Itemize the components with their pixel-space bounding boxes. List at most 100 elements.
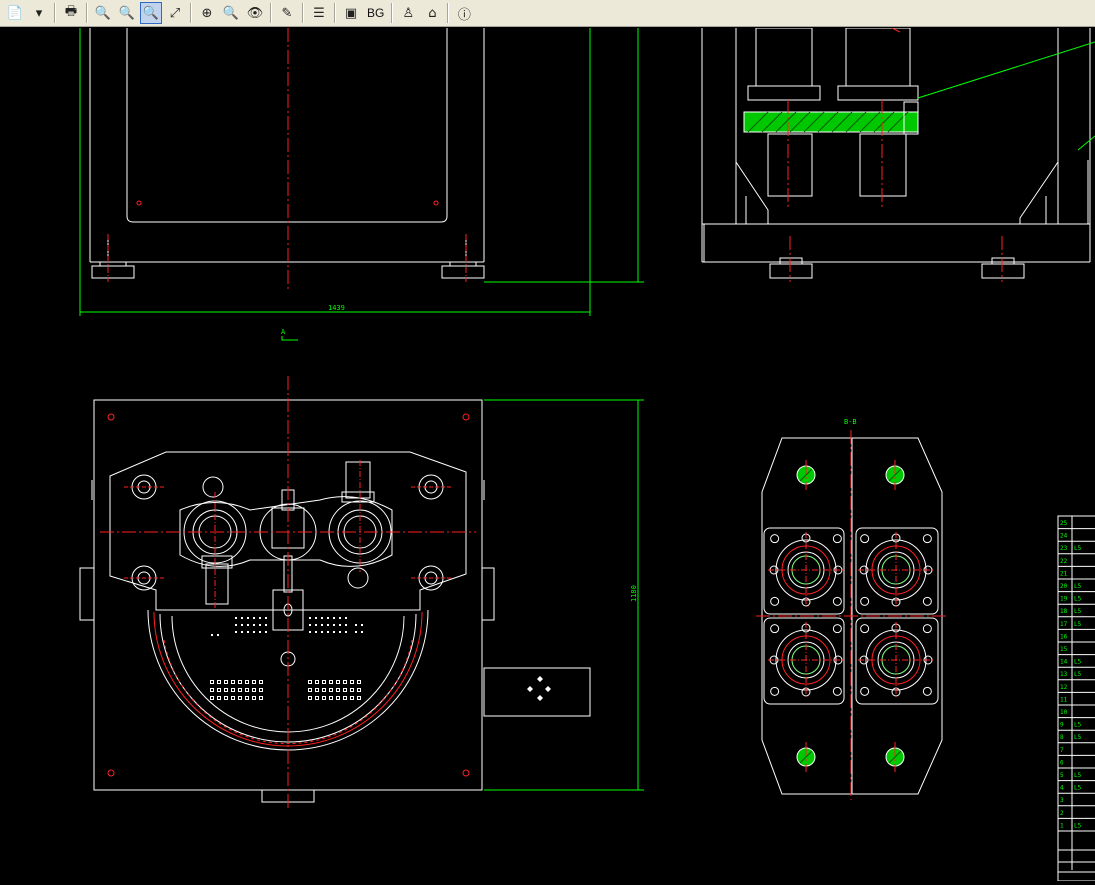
drawing-svg: 1439 A 1180 B-B 252423 L5222120 L519 L51… (0, 27, 1095, 882)
user-icon[interactable]: ♙ (397, 2, 419, 24)
toolbar-separator (447, 3, 450, 23)
plan-hole (241, 631, 243, 633)
bom-item-code: L5 (1074, 671, 1082, 678)
pan-icon[interactable]: ⊕ (196, 2, 218, 24)
print-icon[interactable]: 🖶 (60, 2, 82, 24)
plan-hole (339, 624, 341, 626)
plan-hole (345, 631, 347, 633)
plan-hole (241, 617, 243, 619)
bom-item-code: L5 (1074, 596, 1082, 603)
plan-hole (265, 624, 267, 626)
plan-hole (247, 617, 249, 619)
toolbar-separator (302, 3, 304, 23)
bom-item-number: 19 (1060, 596, 1068, 603)
plan-hole (265, 631, 267, 633)
bom-item-number: 11 (1060, 696, 1068, 703)
plan-hole (211, 634, 213, 636)
zoom-in-icon[interactable]: 🔍 (116, 2, 138, 24)
bom-item-code: L5 (1074, 772, 1082, 779)
bom-item-number: 2 (1060, 810, 1064, 817)
dropdown-arrow-icon[interactable]: ▾ (28, 2, 50, 24)
plan-hole (339, 631, 341, 633)
bom-item-number: 14 (1060, 659, 1068, 666)
background-button[interactable]: BG (364, 2, 387, 24)
viewer-toolbar: 📄 ▾ 🖶 🔍 🔍 🔍 ⤢ ⊕ 🔍 👁 ✎ ☰ ▣ BG ♙ ⌂ ⓘ (0, 0, 1095, 27)
bom-item-code: L5 (1074, 659, 1082, 666)
plan-hole (339, 617, 341, 619)
view-eye-icon[interactable]: 👁 (244, 2, 266, 24)
bom-item-number: 8 (1060, 734, 1064, 741)
bom-item-number: 5 (1060, 772, 1064, 779)
bom-item-number: 4 (1060, 785, 1064, 792)
bom-item-number: 15 (1060, 646, 1068, 653)
plan-hole (259, 617, 261, 619)
zoom-window-icon[interactable]: 🔍 (140, 2, 162, 24)
plan-hole (321, 617, 323, 619)
bom-item-number: 22 (1060, 558, 1068, 565)
plan-hole (321, 631, 323, 633)
plan-hole (253, 624, 255, 626)
info-icon[interactable]: ⓘ (453, 2, 475, 24)
plan-hole (327, 624, 329, 626)
open-file-icon[interactable]: 📄 (4, 2, 26, 24)
plan-hole (345, 617, 347, 619)
bom-item-number: 10 (1060, 709, 1068, 716)
plan-hole (253, 631, 255, 633)
plan-hole (309, 624, 311, 626)
plan-hole (315, 624, 317, 626)
plan-hole (217, 634, 219, 636)
bom-item-number: 18 (1060, 608, 1068, 615)
layers-icon[interactable]: ☰ (308, 2, 330, 24)
plan-hole (333, 617, 335, 619)
bom-item-code: L5 (1074, 583, 1082, 590)
bom-item-number: 6 (1060, 759, 1064, 766)
bom-item-number: 17 (1060, 621, 1068, 628)
bom-item-number: 23 (1060, 545, 1068, 552)
bom-item-number: 16 (1060, 633, 1068, 640)
toolbar-separator (391, 3, 394, 23)
plan-hole (321, 624, 323, 626)
plan-hole (235, 624, 237, 626)
plan-hole (315, 631, 317, 633)
bom-item-number: 25 (1060, 520, 1068, 527)
zoom-extents-icon[interactable]: 🔍 (220, 2, 242, 24)
cad-drawing-canvas[interactable]: 1439 A 1180 B-B 25 24 23 L5 22 21 20 L5 … (0, 27, 1095, 882)
zoom-out-icon[interactable]: 🔍 (92, 2, 114, 24)
bom-item-number: 21 (1060, 570, 1068, 577)
plan-hole (333, 624, 335, 626)
plan-hole (241, 624, 243, 626)
plan-hole (361, 631, 363, 633)
bom-item-number: 1 (1060, 822, 1064, 829)
bom-item-number: 20 (1060, 583, 1068, 590)
home-icon[interactable]: ⌂ (421, 2, 443, 24)
dimension-width-label: 1439 (328, 304, 345, 312)
plan-hole (235, 631, 237, 633)
bom-item-number: 9 (1060, 722, 1064, 729)
plan-hole (355, 624, 357, 626)
plan-hole (259, 624, 261, 626)
measure-icon[interactable]: ✎ (276, 2, 298, 24)
plan-hole (345, 624, 347, 626)
toolbar-separator (86, 3, 88, 23)
plan-hole (253, 617, 255, 619)
dimension-height-label: 1180 (630, 585, 638, 602)
toolbar-separator (54, 3, 56, 23)
model-layout-icon[interactable]: ▣ (340, 2, 362, 24)
plan-hole (235, 617, 237, 619)
plan-hole (327, 631, 329, 633)
bom-item-code: L5 (1074, 545, 1082, 552)
plan-hole (327, 617, 329, 619)
plan-hole (309, 631, 311, 633)
plan-hole (247, 631, 249, 633)
zoom-realtime-icon[interactable]: ⤢ (164, 2, 186, 24)
plan-hole (355, 631, 357, 633)
plan-hole (315, 617, 317, 619)
bom-item-code: L5 (1074, 722, 1082, 729)
toolbar-separator (190, 3, 192, 23)
plan-hole (333, 631, 335, 633)
bom-item-number: 12 (1060, 684, 1068, 691)
bom-item-code: L5 (1074, 608, 1082, 615)
plan-hole (361, 624, 363, 626)
bom-item-code: L5 (1074, 785, 1082, 792)
plan-hole (247, 624, 249, 626)
